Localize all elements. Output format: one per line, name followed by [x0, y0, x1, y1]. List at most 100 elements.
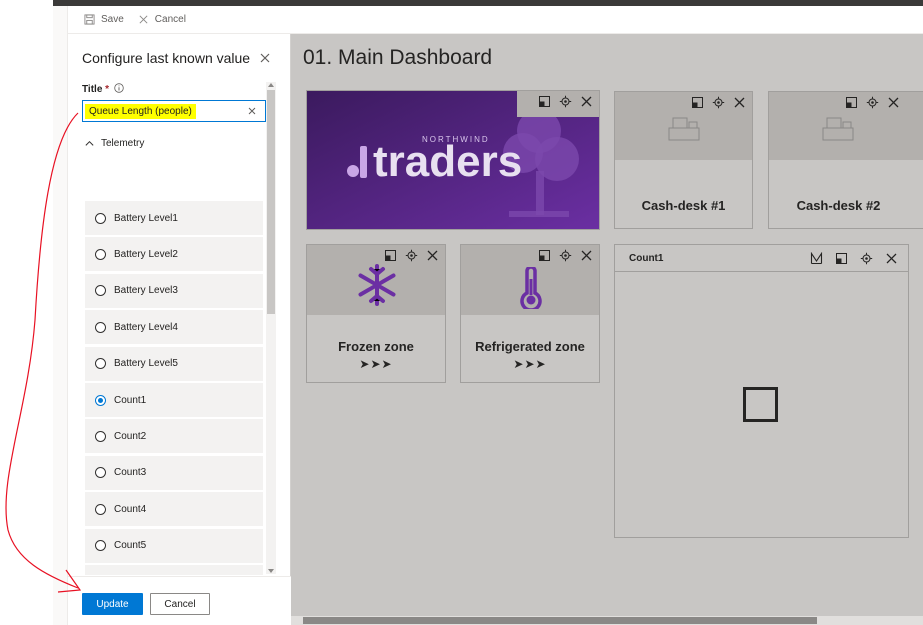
telemetry-option[interactable]: Count4	[85, 492, 263, 527]
configure-panel: Configure last known value Title * Queue…	[68, 34, 291, 625]
tile-label: Cash-desk #1	[641, 198, 726, 213]
tile-label: Refrigerated zone	[475, 339, 585, 354]
gear-icon[interactable]	[559, 249, 572, 262]
snowflake-icon	[358, 264, 396, 306]
nav-gutter	[53, 6, 68, 625]
resize-icon[interactable]	[835, 252, 848, 265]
chart-icon[interactable]	[810, 252, 823, 265]
radio-button[interactable]	[95, 248, 106, 260]
radio-button[interactable]	[95, 212, 106, 224]
empty-value-box	[743, 387, 778, 422]
logo-tile[interactable]: NORTHWIND traders	[306, 90, 600, 230]
telemetry-option-label: Battery Level5	[114, 358, 178, 370]
dashboard-title: 01. Main Dashboard	[303, 46, 493, 69]
tile-toolbar	[845, 96, 900, 109]
telemetry-option[interactable]: Battery Level5	[85, 346, 263, 381]
telemetry-option[interactable]: Battery Level3	[85, 273, 263, 308]
gear-icon[interactable]	[712, 96, 725, 109]
count1-tile[interactable]: Count1	[614, 244, 909, 538]
cancel-label: Cancel	[154, 14, 186, 25]
tile-toolbar	[384, 249, 439, 262]
save-icon	[84, 14, 95, 25]
panel-footer: Update Cancel	[68, 576, 291, 625]
telemetry-option-label: Count2	[114, 430, 147, 442]
scroll-up-icon[interactable]	[268, 82, 274, 88]
dashboard-scrollbar-thumb[interactable]	[303, 617, 817, 624]
close-icon[interactable]	[580, 249, 593, 262]
tile-toolbar	[538, 95, 593, 108]
thermometer-icon	[520, 267, 542, 309]
tile-label: Cash-desk #2	[796, 198, 881, 213]
resize-icon[interactable]	[538, 249, 551, 262]
title-field-label: Title *	[82, 84, 109, 95]
resize-icon[interactable]	[384, 249, 397, 262]
radio-button[interactable]	[95, 285, 106, 297]
resize-icon[interactable]	[538, 95, 551, 108]
radio-button[interactable]	[95, 321, 106, 333]
frozen-zone-tile[interactable]: Frozen zone ➤➤➤	[306, 244, 446, 383]
telemetry-option[interactable]: Dwell Time 1	[85, 565, 263, 575]
gear-icon[interactable]	[866, 96, 879, 109]
telemetry-label: Telemetry	[101, 138, 145, 149]
radio-button[interactable]	[95, 503, 106, 515]
gear-icon[interactable]	[405, 249, 418, 262]
tile-arrows: ➤➤➤	[359, 357, 393, 371]
telemetry-option-label: Count4	[114, 503, 147, 515]
info-icon[interactable]	[114, 83, 124, 93]
tile-toolbar	[810, 252, 898, 265]
tile-toolbar	[538, 249, 593, 262]
radio-button[interactable]	[95, 358, 106, 370]
telemetry-option-label: Battery Level3	[114, 285, 178, 297]
required-mark: *	[105, 84, 110, 95]
telemetry-option[interactable]: Battery Level1	[85, 201, 263, 235]
telemetry-option[interactable]: Count5	[85, 528, 263, 563]
telemetry-option-label: Battery Level1	[114, 212, 178, 224]
close-icon[interactable]	[887, 96, 900, 109]
gear-icon[interactable]	[860, 252, 873, 265]
radio-button[interactable]	[95, 540, 106, 552]
telemetry-group-header[interactable]: Telemetry	[84, 138, 144, 149]
resize-icon[interactable]	[691, 96, 704, 109]
telemetry-option[interactable]: Battery Level2	[85, 237, 263, 272]
resize-icon[interactable]	[845, 96, 858, 109]
radio-button[interactable]	[95, 394, 106, 406]
close-icon[interactable]	[580, 95, 593, 108]
tile-title: Count1	[629, 253, 664, 264]
command-bar: Save Cancel	[68, 6, 923, 34]
telemetry-option[interactable]: Count3	[85, 455, 263, 490]
cash-desk-2-tile[interactable]: Cash-desk #2	[768, 91, 923, 229]
radio-button[interactable]	[95, 467, 106, 479]
cancel-icon	[139, 15, 148, 24]
panel-scrollbar[interactable]	[266, 82, 276, 574]
tile-toolbar	[691, 96, 746, 109]
title-label-text: Title	[82, 84, 103, 95]
logo-big-text: traders	[373, 137, 523, 186]
save-label: Save	[101, 14, 124, 25]
close-icon[interactable]	[733, 96, 746, 109]
scroll-down-icon[interactable]	[268, 568, 274, 574]
radio-button[interactable]	[95, 430, 106, 442]
refrigerated-zone-tile[interactable]: Refrigerated zone ➤➤➤	[460, 244, 600, 383]
telemetry-option-label: Battery Level4	[114, 321, 178, 333]
update-button[interactable]: Update	[82, 593, 143, 615]
gear-icon[interactable]	[559, 95, 572, 108]
cash-register-icon	[668, 117, 700, 141]
clear-icon[interactable]	[247, 106, 257, 116]
close-icon[interactable]	[259, 52, 271, 64]
title-input-value: Queue Length (people)	[85, 103, 196, 119]
telemetry-option[interactable]: Battery Level4	[85, 310, 263, 345]
save-command[interactable]: Save	[84, 14, 124, 25]
close-icon[interactable]	[885, 252, 898, 265]
cancel-command[interactable]: Cancel	[138, 14, 186, 25]
close-icon[interactable]	[426, 249, 439, 262]
telemetry-option-label: Count3	[114, 467, 147, 479]
telemetry-option[interactable]: Count2	[85, 419, 263, 454]
title-input[interactable]: Queue Length (people)	[82, 100, 266, 122]
scrollbar-thumb[interactable]	[267, 90, 275, 314]
telemetry-option-label: Count5	[114, 540, 147, 552]
dashboard-scrollbar[interactable]	[291, 616, 923, 625]
telemetry-option[interactable]: Count1	[85, 383, 263, 417]
cash-desk-1-tile[interactable]: Cash-desk #1	[614, 91, 753, 229]
cash-register-icon	[822, 117, 854, 141]
cancel-button[interactable]: Cancel	[150, 593, 210, 615]
